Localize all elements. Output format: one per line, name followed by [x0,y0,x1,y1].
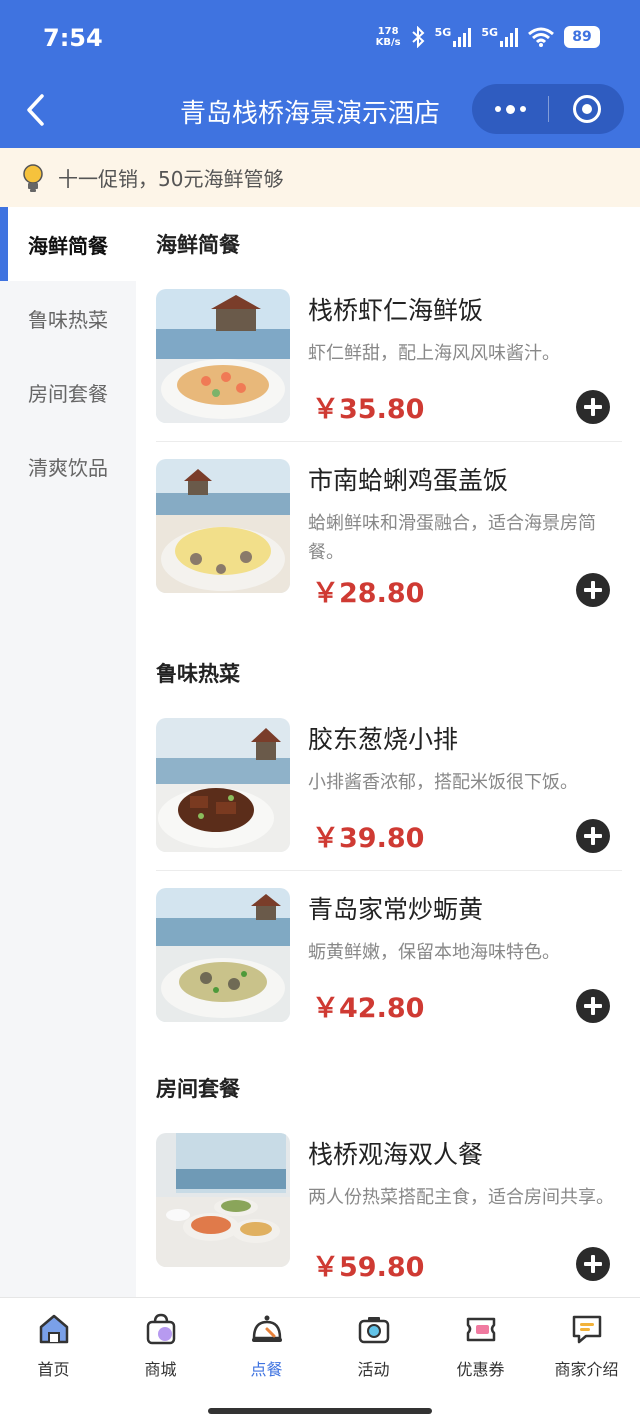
header-bar: 7:54 178 KB/s 5G 5G 89 青岛栈桥海景演示酒店 [0,0,640,148]
dish-price: ￥35.80 [312,394,425,425]
dish-description: 蛤蜊鲜味和滑蛋融合，适合海景房简餐。 [308,513,596,563]
sim1-network-type: 5G [434,26,452,39]
divider [156,441,622,442]
dish-price: ￥59.80 [312,1252,425,1283]
dish-description: 两人份热菜搭配主食，适合房间共享。 [308,1187,614,1208]
dish-price: ￥39.80 [312,823,425,854]
tab-label: 商家介绍 [554,1360,619,1379]
category-sidebar: 海鲜简餐 鲁味热菜 房间套餐 清爽饮品 [0,207,136,1297]
promo-text: 十一促销，50元海鲜管够 [58,167,284,191]
page-title: 青岛栈桥海景演示酒店 [179,99,440,129]
tab-activity[interactable]: 活动 [320,1312,427,1380]
sidebar-item-drinks[interactable]: 清爽饮品 [0,429,136,503]
dish-item[interactable]: 栈桥虾仁海鲜饭 虾仁鲜甜，配上海风风味酱汁。 ￥35.80 [156,289,624,439]
tab-coupons[interactable]: 优惠券 [427,1312,534,1380]
status-icons: 178 KB/s 5G 5G 89 [376,26,600,48]
battery-icon: 89 [564,26,600,48]
add-to-cart-icon[interactable] [576,573,610,607]
tab-label: 优惠券 [456,1360,505,1379]
dish-item[interactable]: 胶东葱烧小排 小排酱香浓郁，搭配米饭很下饭。 ￥39.80 [156,718,624,868]
tab-merchant-info[interactable]: 商家介绍 [533,1312,640,1380]
sidebar-item-label: 鲁味热菜 [28,307,108,332]
coupon-icon [466,1317,495,1342]
dish-item[interactable]: 市南蛤蜊鸡蛋盖饭 蛤蜊鲜味和滑蛋融合，适合海景房简餐。 ￥28.80 [156,459,624,639]
bluetooth-icon [411,26,425,48]
add-to-cart-icon[interactable] [576,390,610,424]
dish-image[interactable] [156,459,290,593]
home-indicator[interactable] [208,1408,432,1414]
add-to-cart-icon[interactable] [576,989,610,1023]
back-arrow-icon[interactable] [22,92,52,128]
menu-content: 海鲜简餐 栈桥虾仁海鲜饭 虾仁鲜甜，配上海风风味酱汁。 ￥35.80 市南蛤蜊鸡… [136,207,640,1297]
section-title: 房间套餐 [156,1077,240,1101]
dish-price: ￥28.80 [312,578,425,609]
network-speed: 178 KB/s [375,26,401,48]
dish-description: 蛎黄鲜嫩，保留本地海味特色。 [308,942,560,963]
dish-item[interactable]: 栈桥观海双人餐 两人份热菜搭配主食，适合房间共享。 ￥59.80 [156,1133,624,1293]
tab-order[interactable]: 点餐 [213,1312,320,1380]
close-miniprogram-icon[interactable] [549,84,624,134]
message-icon [572,1315,601,1344]
signal-icon [453,27,472,47]
camera-icon [358,1317,389,1344]
divider [156,870,622,871]
home-icon [39,1314,68,1344]
dish-description: 虾仁鲜甜，配上海风风味酱汁。 [308,343,560,364]
sidebar-item-room-sets[interactable]: 房间套餐 [0,355,136,429]
sidebar-item-label: 清爽饮品 [28,455,108,480]
section-title: 海鲜简餐 [156,233,240,257]
status-bar: 7:54 178 KB/s 5G 5G 89 [0,0,640,76]
dish-image[interactable] [156,718,290,852]
tab-mall[interactable]: 商城 [107,1312,214,1380]
food-cloche-icon [251,1315,282,1342]
miniprogram-capsule [472,84,624,134]
add-to-cart-icon[interactable] [576,1247,610,1281]
signal-icon [500,27,518,47]
dish-image[interactable] [156,888,290,1022]
dish-name: 栈桥观海双人餐 [308,1140,484,1169]
tab-label: 活动 [357,1360,390,1379]
more-options-icon[interactable] [472,84,548,134]
section-title: 鲁味热菜 [156,662,240,686]
dish-name: 青岛家常炒蛎黄 [308,895,484,924]
bottom-tab-bar: 首页 商城 点餐 活动 优惠券 商家介绍 [0,1297,640,1424]
sim2-network-type: 5G [481,26,498,39]
dish-image[interactable] [156,1133,290,1267]
dish-description: 小排酱香浓郁，搭配米饭很下饭。 [308,772,578,793]
tab-home[interactable]: 首页 [0,1312,107,1380]
sidebar-item-hot-dishes[interactable]: 鲁味热菜 [0,281,136,355]
dish-name: 栈桥虾仁海鲜饭 [308,296,484,325]
dish-price: ￥42.80 [312,993,425,1024]
dish-name: 胶东葱烧小排 [308,725,459,754]
wifi-icon [528,27,554,47]
promo-notice[interactable]: 十一促销，50元海鲜管够 [0,148,640,207]
dish-item[interactable]: 青岛家常炒蛎黄 蛎黄鲜嫩，保留本地海味特色。 ￥42.80 [156,888,624,1038]
dish-name: 市南蛤蜊鸡蛋盖饭 [308,466,509,495]
status-time: 7:54 [43,24,103,52]
add-to-cart-icon[interactable] [576,819,610,853]
sidebar-item-label: 海鲜简餐 [28,233,108,258]
nav-bar: 青岛栈桥海景演示酒店 [0,76,640,148]
sidebar-item-label: 房间套餐 [28,381,108,406]
sidebar-item-seafood[interactable]: 海鲜简餐 [0,207,136,281]
shopping-bag-icon [146,1313,175,1345]
dish-image[interactable] [156,289,290,423]
tab-label: 首页 [37,1360,70,1379]
tab-label: 商城 [144,1360,177,1379]
tab-label: 点餐 [250,1360,283,1379]
lightbulb-icon [23,163,43,192]
